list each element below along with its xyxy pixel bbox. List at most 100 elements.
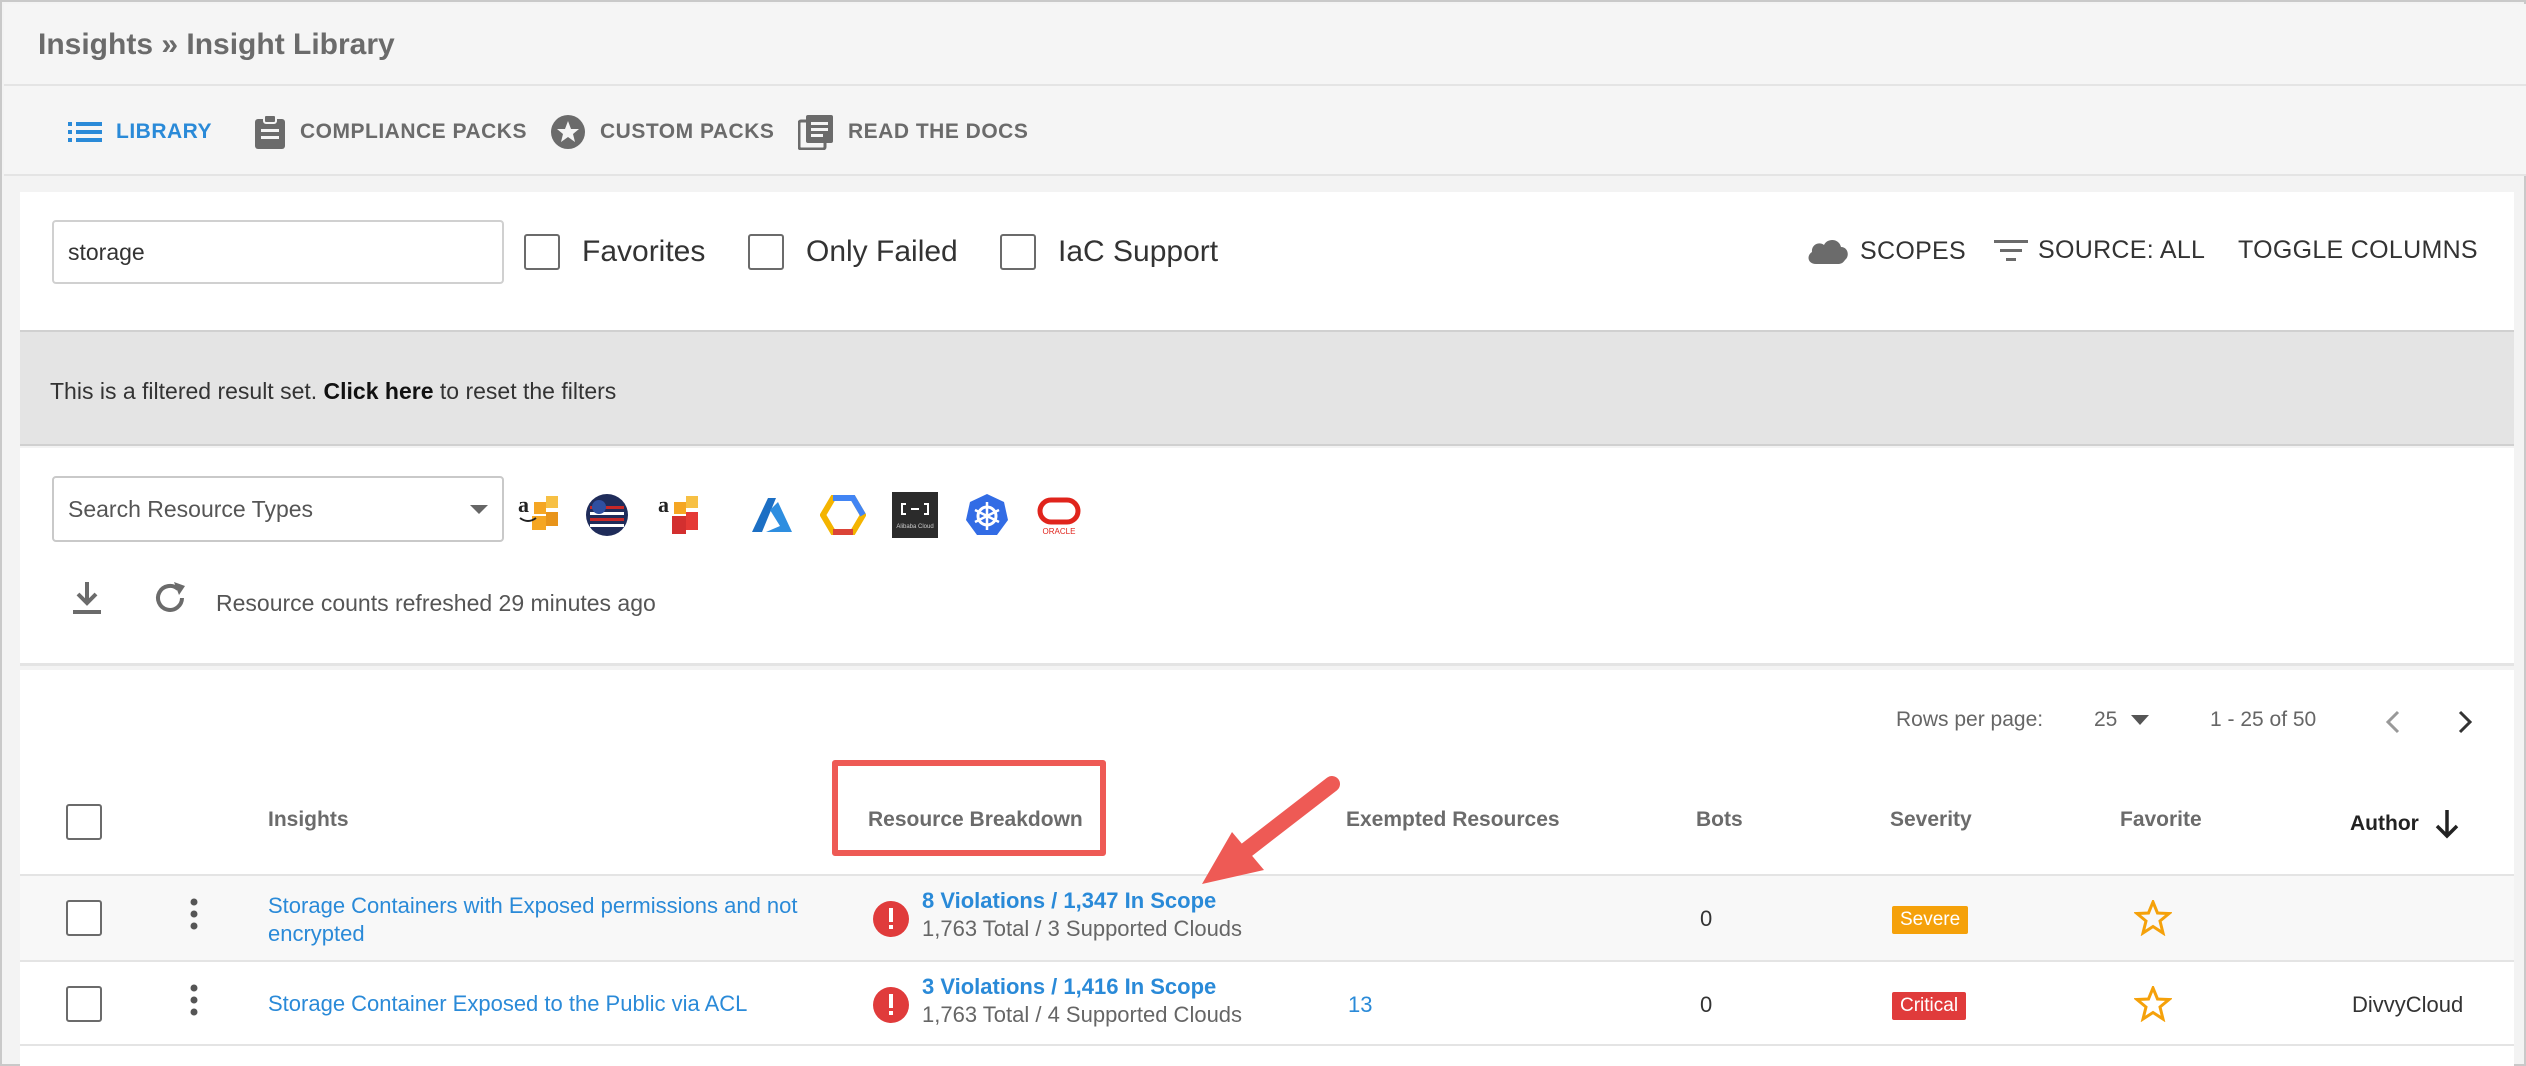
- tab-label: COMPLIANCE PACKS: [300, 120, 527, 143]
- star-badge-icon: [551, 115, 585, 149]
- banner-suffix: to reset the filters: [433, 378, 617, 404]
- azure-icon[interactable]: [748, 492, 794, 538]
- svg-text:a: a: [658, 492, 669, 517]
- tab-compliance-packs[interactable]: COMPLIANCE PACKS: [254, 112, 527, 152]
- scopes-button[interactable]: SCOPES: [1806, 236, 1966, 266]
- tab-label: READ THE DOCS: [848, 120, 1029, 143]
- insight-link[interactable]: Storage Container Exposed to the Public …: [268, 990, 747, 1018]
- app-frame: Insights » Insight Library LIBRARY COMPL…: [0, 0, 2526, 1066]
- insight-link[interactable]: Storage Containers with Exposed permissi…: [268, 892, 798, 948]
- cloud-icon: [1808, 239, 1848, 264]
- header-favorite[interactable]: Favorite: [2120, 808, 2202, 832]
- checkbox[interactable]: [524, 234, 560, 270]
- aws-gov-icon[interactable]: [584, 492, 630, 538]
- iac-support-label: IaC Support: [1058, 235, 1219, 268]
- tab-label: LIBRARY: [116, 120, 213, 143]
- favorites-checkbox[interactable]: Favorites: [524, 234, 705, 270]
- rows-per-page-value: 25: [2094, 708, 2118, 731]
- checkbox[interactable]: [1000, 234, 1036, 270]
- filter-card: Favorites Only Failed IaC Support SCOPES…: [20, 192, 2514, 330]
- resource-card: Search Resource Types a a Alibaba Cloud …: [20, 448, 2514, 666]
- row-checkbox[interactable]: [66, 900, 102, 936]
- download-icon[interactable]: [70, 580, 104, 616]
- bots-count: 0: [1700, 992, 1713, 1017]
- breadcrumb-bar: Insights » Insight Library: [4, 4, 2526, 86]
- search-input[interactable]: [52, 220, 504, 284]
- filtered-banner: This is a filtered result set. Click her…: [20, 330, 2514, 446]
- resource-totals: 1,763 Total / 4 Supported Clouds: [922, 1002, 1243, 1027]
- tab-custom-packs[interactable]: CUSTOM PACKS: [550, 112, 774, 152]
- tab-library[interactable]: LIBRARY: [68, 112, 212, 152]
- insight-title-line: Storage Containers with Exposed permissi…: [268, 893, 798, 918]
- alert-icon: [873, 901, 909, 937]
- kubernetes-icon[interactable]: [964, 492, 1010, 538]
- more-vert-icon[interactable]: [190, 984, 198, 1016]
- source-button[interactable]: SOURCE: ALL: [1994, 236, 2205, 265]
- page-range: 1 - 25 of 50: [2210, 708, 2317, 731]
- aws-icon[interactable]: a: [516, 492, 562, 538]
- list-icon: [68, 122, 102, 142]
- scopes-label: SCOPES: [1860, 236, 1966, 265]
- caret-down-icon: [2131, 715, 2150, 725]
- sort-down-icon: [2435, 810, 2459, 839]
- resource-type-select[interactable]: Search Resource Types: [52, 476, 504, 542]
- svg-text:a: a: [518, 492, 529, 517]
- select-all-checkbox[interactable]: [66, 804, 102, 840]
- aws-china-icon[interactable]: a: [656, 492, 702, 538]
- refresh-status: Resource counts refreshed 29 minutes ago: [216, 590, 656, 616]
- only-failed-label: Only Failed: [806, 235, 958, 268]
- checkbox[interactable]: [748, 234, 784, 270]
- chevron-left-icon[interactable]: [2384, 708, 2402, 736]
- resource-totals: 1,763 Total / 3 Supported Clouds: [922, 916, 1243, 941]
- more-vert-icon[interactable]: [190, 898, 198, 930]
- rows-per-page-select[interactable]: 25: [2094, 708, 2150, 732]
- only-failed-checkbox[interactable]: Only Failed: [748, 234, 958, 270]
- severity-badge: Severe: [1892, 906, 1969, 934]
- breadcrumb: Insights » Insight Library: [38, 28, 395, 61]
- clipboard-icon: [255, 114, 285, 149]
- tab-label: CUSTOM PACKS: [600, 120, 775, 143]
- resource-type-placeholder: Search Resource Types: [68, 495, 314, 522]
- bots-count: 0: [1700, 906, 1713, 931]
- gcp-icon[interactable]: [820, 492, 866, 538]
- refresh-icon[interactable]: [152, 580, 188, 616]
- header-author-label: Author: [2350, 812, 2419, 835]
- oracle-label: ORACLE: [1043, 527, 1076, 536]
- violations-link[interactable]: 8 Violations / 1,347 In Scope: [922, 888, 1216, 914]
- star-icon[interactable]: [2134, 986, 2172, 1022]
- annotation-arrow-icon: [1202, 776, 1340, 884]
- header-exempted-resources[interactable]: Exempted Resources: [1346, 808, 1560, 832]
- header-author[interactable]: Author: [2350, 808, 2461, 840]
- row-checkbox[interactable]: [66, 986, 102, 1022]
- chevron-down-icon: [470, 504, 488, 514]
- filter-icon: [1994, 239, 2028, 261]
- header-insights[interactable]: Insights: [268, 808, 349, 832]
- header-bots[interactable]: Bots: [1696, 808, 1743, 832]
- banner-text: This is a filtered result set. Click her…: [50, 378, 616, 405]
- author-name: DivvyCloud: [2352, 992, 2464, 1017]
- exempted-count[interactable]: 13: [1348, 992, 1372, 1018]
- toggle-columns-label: TOGGLE COLUMNS: [2238, 236, 2478, 264]
- source-label: SOURCE: ALL: [2038, 236, 2206, 264]
- oracle-icon[interactable]: ORACLE: [1036, 492, 1082, 538]
- alert-icon: [873, 987, 909, 1023]
- docs-icon: [798, 115, 833, 150]
- header-severity[interactable]: Severity: [1890, 808, 1972, 832]
- star-icon[interactable]: [2134, 900, 2172, 936]
- alibaba-cloud-icon[interactable]: Alibaba Cloud: [892, 492, 938, 538]
- alibaba-cloud-label: Alibaba Cloud: [896, 524, 933, 530]
- tab-read-the-docs[interactable]: READ THE DOCS: [798, 112, 1028, 152]
- chevron-right-icon[interactable]: [2456, 708, 2474, 736]
- insight-title-line: encrypted: [268, 921, 365, 946]
- reset-filters-link[interactable]: Click here: [324, 378, 434, 404]
- table-row: Storage Container Exposed to the Public …: [20, 960, 2514, 1046]
- rows-per-page-label: Rows per page:: [1896, 708, 2044, 731]
- iac-support-checkbox[interactable]: IaC Support: [1000, 234, 1218, 270]
- annotation-highlight-box: [832, 760, 1106, 856]
- tabs-bar: LIBRARY COMPLIANCE PACKS CUSTOM PACKS RE…: [4, 86, 2526, 176]
- violations-link[interactable]: 3 Violations / 1,416 In Scope: [922, 974, 1216, 1000]
- toggle-columns-button[interactable]: TOGGLE COLUMNS: [2238, 236, 2478, 265]
- banner-prefix: This is a filtered result set.: [50, 378, 324, 404]
- favorites-label: Favorites: [582, 235, 706, 268]
- severity-badge: Critical: [1892, 992, 1967, 1020]
